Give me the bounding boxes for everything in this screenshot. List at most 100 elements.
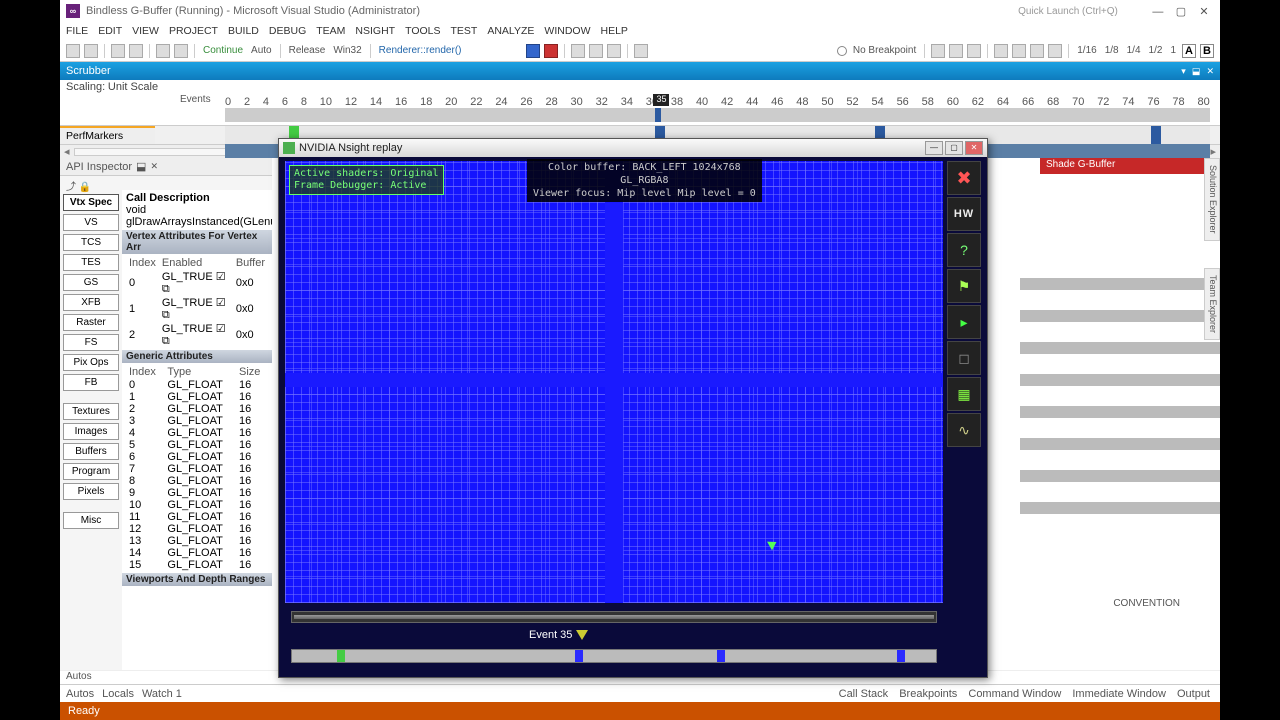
dropdown-icon[interactable]: ▾	[1181, 66, 1186, 76]
nsight-max-button[interactable]: ▢	[945, 141, 963, 155]
frac-1-8[interactable]: 1/8	[1103, 45, 1121, 56]
nav-back-button[interactable]	[66, 44, 80, 58]
close-panel-icon[interactable]: ✕	[1206, 66, 1214, 76]
tool-a[interactable]	[931, 44, 945, 58]
team-explorer-tab[interactable]: Team Explorer	[1204, 268, 1220, 340]
nsight-close-tool[interactable]: ✖	[947, 161, 981, 195]
stage-vs[interactable]: VS	[63, 214, 119, 231]
tab-autos[interactable]: Autos	[66, 688, 94, 700]
menu-help[interactable]: HELP	[601, 25, 628, 37]
stage-buffers[interactable]: Buffers	[63, 443, 119, 460]
menu-edit[interactable]: EDIT	[98, 25, 122, 37]
stage-vtx-spec[interactable]: Vtx Spec	[63, 194, 119, 211]
tab-breakpoints[interactable]: Breakpoints	[899, 688, 957, 700]
menu-file[interactable]: FILE	[66, 25, 88, 37]
tab-immediate[interactable]: Immediate Window	[1072, 688, 1166, 700]
frac-1-4[interactable]: 1/4	[1125, 45, 1143, 56]
menu-test[interactable]: TEST	[451, 25, 478, 37]
nsight-titlebar[interactable]: NVIDIA Nsight replay — ▢ ✕	[279, 139, 987, 157]
save-button[interactable]	[111, 44, 125, 58]
tab-locals[interactable]: Locals	[102, 688, 134, 700]
close-icon[interactable]: ✕	[150, 161, 158, 172]
pin-icon[interactable]: ⬓	[136, 160, 146, 173]
stage-pixels[interactable]: Pixels	[63, 483, 119, 500]
nsight-help-tool[interactable]: ?	[947, 233, 981, 267]
menu-view[interactable]: VIEW	[132, 25, 159, 37]
stage-images[interactable]: Images	[63, 423, 119, 440]
frac-1-16[interactable]: 1/16	[1075, 45, 1098, 56]
scaling-mode[interactable]: Unit Scale	[108, 81, 158, 93]
stage-tcs[interactable]: TCS	[63, 234, 119, 251]
menu-tools[interactable]: TOOLS	[405, 25, 440, 37]
menu-nsight[interactable]: NSIGHT	[355, 25, 395, 37]
api-inspector-tab[interactable]: API Inspector ⬓ ✕	[60, 158, 272, 176]
stage-pixops[interactable]: Pix Ops	[63, 354, 119, 371]
nsight-hw-tool[interactable]: HW	[947, 197, 981, 231]
api-mini-toolbar[interactable]: ⤴ 🔒	[60, 176, 272, 190]
nsight-heat-tool[interactable]: ▦	[947, 377, 981, 411]
tab-watch1[interactable]: Watch 1	[142, 688, 182, 700]
minimize-button[interactable]: —	[1148, 6, 1168, 18]
nsight-play-tool[interactable]: ▸	[947, 305, 981, 339]
tab-callstack[interactable]: Call Stack	[839, 688, 889, 700]
menu-project[interactable]: PROJECT	[169, 25, 218, 37]
solution-explorer-tab[interactable]: Solution Explorer	[1204, 158, 1220, 241]
current-event-marker[interactable]: 35	[653, 94, 669, 106]
frac-1[interactable]: 1	[1168, 45, 1178, 56]
tool-c[interactable]	[967, 44, 981, 58]
menu-window[interactable]: WINDOW	[544, 25, 590, 37]
mode-a-button[interactable]: A	[1182, 44, 1196, 58]
nav-last[interactable]	[1048, 44, 1062, 58]
stage-misc[interactable]: Misc	[63, 512, 119, 529]
toggle-button[interactable]	[634, 44, 648, 58]
nsight-replay-window[interactable]: NVIDIA Nsight replay — ▢ ✕ 📌 Active shad…	[278, 138, 988, 678]
frac-1-2[interactable]: 1/2	[1147, 45, 1165, 56]
step-over-button[interactable]	[589, 44, 603, 58]
nsight-min-button[interactable]: —	[925, 141, 943, 155]
menu-team[interactable]: TEAM	[316, 25, 345, 37]
continue-button[interactable]: Continue	[201, 45, 245, 56]
quick-launch[interactable]: Quick Launch (Ctrl+Q)	[1018, 6, 1118, 17]
save-all-button[interactable]	[129, 44, 143, 58]
step-button[interactable]	[571, 44, 585, 58]
config-auto[interactable]: Auto	[249, 45, 274, 56]
menu-analyze[interactable]: ANALYZE	[487, 25, 534, 37]
nav-first[interactable]	[1030, 44, 1044, 58]
no-breakpoint-label[interactable]: No Breakpoint	[851, 45, 918, 56]
menu-debug[interactable]: DEBUG	[269, 25, 306, 37]
stage-fb[interactable]: FB	[63, 374, 119, 391]
stage-textures[interactable]: Textures	[63, 403, 119, 420]
tool-b[interactable]	[949, 44, 963, 58]
nsight-close-button[interactable]: ✕	[965, 141, 983, 155]
mode-b-button[interactable]: B	[1200, 44, 1214, 58]
nav-next[interactable]	[1012, 44, 1026, 58]
config-platform[interactable]: Win32	[331, 45, 363, 56]
renderer-combo[interactable]: Renderer::render()	[377, 45, 464, 56]
maximize-button[interactable]: ▢	[1171, 5, 1191, 18]
undo-button[interactable]	[156, 44, 170, 58]
stage-fs[interactable]: FS	[63, 334, 119, 351]
nsight-viewport[interactable]	[285, 161, 943, 603]
stop-button[interactable]	[544, 44, 558, 58]
nav-prev[interactable]	[994, 44, 1008, 58]
nav-fwd-button[interactable]	[84, 44, 98, 58]
nsight-box-tool[interactable]: ◻	[947, 341, 981, 375]
menu-build[interactable]: BUILD	[228, 25, 259, 37]
stage-gs[interactable]: GS	[63, 274, 119, 291]
stage-xfb[interactable]: XFB	[63, 294, 119, 311]
stage-raster[interactable]: Raster	[63, 314, 119, 331]
pause-button[interactable]	[526, 44, 540, 58]
nsight-event-track[interactable]	[291, 649, 937, 663]
step-out-button[interactable]	[607, 44, 621, 58]
nsight-curve-tool[interactable]: ∿	[947, 413, 981, 447]
tab-command[interactable]: Command Window	[968, 688, 1061, 700]
redo-button[interactable]	[174, 44, 188, 58]
pin-icon[interactable]: ⬓	[1192, 66, 1201, 76]
nsight-time-slider[interactable]	[291, 611, 937, 623]
tab-output[interactable]: Output	[1177, 688, 1210, 700]
nsight-flag-tool[interactable]: ⚑	[947, 269, 981, 303]
config-release[interactable]: Release	[287, 45, 328, 56]
close-button[interactable]: ✕	[1194, 5, 1214, 18]
stage-program[interactable]: Program	[63, 463, 119, 480]
stage-tes[interactable]: TES	[63, 254, 119, 271]
